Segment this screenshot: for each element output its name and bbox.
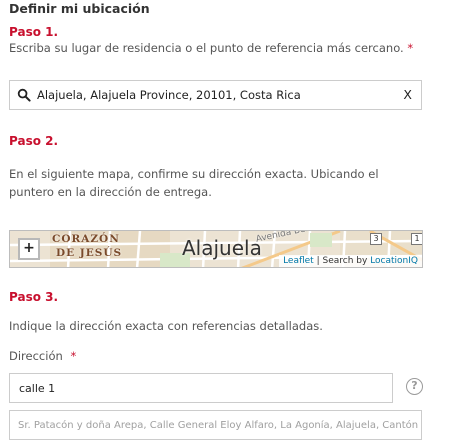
map-city-label: Alajuela <box>182 236 262 260</box>
address-input[interactable]: calle 1 <box>9 373 393 403</box>
help-icon[interactable]: ? <box>406 378 423 395</box>
required-mark: * <box>407 41 414 55</box>
step1-instruction: Escriba su lugar de residencia o el punt… <box>9 41 404 55</box>
step2-instruction-line1: En el siguiente mapa, confirme su direcc… <box>9 167 379 181</box>
address-label: Dirección <box>9 349 63 363</box>
locationiq-link[interactable]: LocationIQ <box>370 256 418 266</box>
section-title: Definir mi ubicación <box>9 1 150 16</box>
map-route-shield: 3 <box>370 233 382 245</box>
location-search-value[interactable]: Alajuela, Alajuela Province, 20101, Cost… <box>37 88 301 102</box>
step1-label: Paso 1. <box>9 25 59 39</box>
search-icon <box>17 88 31 102</box>
map-attribution: Leaflet | Search by LocationIQ <box>279 255 422 267</box>
step1-instruction-row: Escriba su lugar de residencia o el punt… <box>9 39 413 57</box>
step2-label: Paso 2. <box>9 134 59 148</box>
location-map[interactable]: + CORAZÓN DE JESÚS Alajuela Avenida Bern… <box>9 230 423 268</box>
clear-search-button[interactable]: X <box>403 87 412 102</box>
required-mark: * <box>70 349 77 363</box>
step2-instruction-line2: puntero en la dirección de entrega. <box>9 185 212 199</box>
location-search-input[interactable]: Alajuela, Alajuela Province, 20101, Cost… <box>9 80 422 110</box>
address-label-row: Dirección * <box>9 347 76 365</box>
step3-instruction: Indique la dirección exacta con referenc… <box>9 319 323 333</box>
leaflet-link[interactable]: Leaflet <box>283 256 314 266</box>
map-zoom-in-button[interactable]: + <box>18 238 40 260</box>
attribution-separator: | Search by <box>316 256 368 266</box>
map-neighborhood-line2: DE JESÚS <box>56 247 123 259</box>
address-details-input[interactable]: Sr. Patacón y doña Arepa, Calle General … <box>9 410 422 440</box>
step3-label: Paso 3. <box>9 290 59 304</box>
map-route-shield: 1 <box>411 233 422 245</box>
map-neighborhood-line1: CORAZÓN <box>52 233 120 245</box>
